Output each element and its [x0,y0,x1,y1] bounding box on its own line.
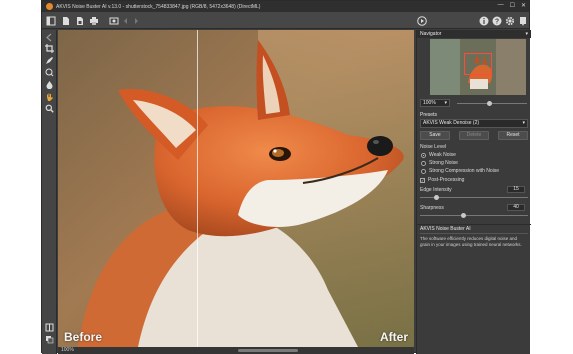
after-label: After [379,330,408,344]
open-file-icon[interactable] [60,15,71,26]
fox-photo [58,30,414,347]
close-button[interactable]: ✕ [521,2,526,9]
before-label: Before [64,330,103,344]
app-window: AKVIS Noise Buster AI v.13.0 - shutterst… [41,0,531,354]
workspace-icon[interactable] [45,15,56,26]
title-bar: AKVIS Noise Buster AI v.13.0 - shutterst… [42,1,529,12]
post-processing-checkbox[interactable]: ✓ [420,178,425,183]
redo-icon[interactable] [130,15,141,26]
radio-weak-noise[interactable] [421,153,426,158]
zoom-slider-thumb[interactable] [487,101,492,106]
zoom-dropdown[interactable]: 100% ▾ [420,99,450,107]
zoom-slider-track[interactable] [457,103,527,104]
hide-tools-icon[interactable] [44,32,55,43]
retouch-icon[interactable] [44,67,55,78]
chevron-down-icon: ▾ [522,120,525,126]
horizontal-scrollbar[interactable] [238,349,298,352]
preset-dropdown[interactable]: AKVIS Weak Denoise (2) ▾ [420,119,528,128]
zoom-icon[interactable] [44,103,55,114]
edge-intensity-input[interactable]: 15 [507,186,525,193]
edge-intensity-label: Edge Intensity [420,187,452,193]
about-header: AKVIS Noise Buster AI [417,224,531,232]
print-icon[interactable] [88,15,99,26]
hand-icon[interactable] [44,91,55,102]
navigator-view-box[interactable] [464,53,492,75]
sharpness-input[interactable]: 40 [507,204,525,211]
settings-panel: Navigator ▾ 100% ▾ Presets AKVIS Weak De… [416,30,531,354]
radio-strong-noise[interactable] [421,161,426,166]
maximize-button[interactable]: ☐ [510,2,515,9]
noise-level-label: Noise Level [420,144,447,150]
chevron-down-icon: ▾ [444,100,447,106]
window-controls: — ☐ ✕ [498,2,526,9]
app-logo-icon [46,3,53,10]
image-canvas[interactable]: Before After [58,30,414,347]
window-title: AKVIS Noise Buster AI v.13.0 - shutterst… [56,3,261,10]
svg-text:?: ? [494,18,498,25]
option-strong-compression-label[interactable]: Strong Compression with Noise [429,168,499,174]
option-strong-noise-label[interactable]: Strong Noise [429,160,458,166]
presets-header: Presets [417,111,531,119]
edge-intensity-slider-thumb[interactable] [434,195,440,200]
navigator-title: Navigator [420,31,442,37]
sharpness-slider-track[interactable] [420,215,528,216]
minimize-button[interactable]: — [498,2,504,9]
preset-selected-value: AKVIS Weak Denoise (2) [423,120,480,126]
split-line[interactable] [196,30,198,347]
navigator-header[interactable]: Navigator ▾ [417,30,531,38]
sharpness-label: Sharpness [420,205,444,211]
presets-title: Presets [420,112,437,118]
eraser-icon[interactable] [44,79,55,90]
background-color-icon[interactable] [44,334,55,345]
view-mode-icon[interactable] [44,322,55,333]
radio-strong-compression[interactable] [421,169,426,174]
news-icon[interactable] [517,15,528,26]
about-divider [420,233,528,234]
sharpness-slider-thumb[interactable] [461,213,467,218]
about-description: The software efficiently reduces digital… [420,236,522,247]
tool-column [42,30,57,354]
info-icon[interactable] [478,15,489,26]
reset-preset-button[interactable]: Reset [498,131,528,140]
save-file-icon[interactable] [74,15,85,26]
history-brush-icon[interactable] [44,55,55,66]
delete-preset-button[interactable]: Delete [459,131,489,140]
gear-icon[interactable] [504,15,515,26]
help-icon[interactable]: ? [491,15,502,26]
about-title: AKVIS Noise Buster AI [420,226,471,232]
post-processing-label[interactable]: Post-Processing [428,177,464,183]
collapse-navigator-icon[interactable]: ▾ [525,30,528,38]
crop-icon[interactable] [44,43,55,54]
run-icon[interactable] [416,15,427,26]
zoom-status: 100% [61,347,74,353]
save-preset-button[interactable]: Save [420,131,450,140]
batch-processing-icon[interactable] [108,15,119,26]
navigator-thumbnail[interactable] [430,39,526,95]
zoom-value: 100% [423,100,436,106]
option-weak-noise-label[interactable]: Weak Noise [429,152,456,158]
toolbar: ? [42,12,529,29]
